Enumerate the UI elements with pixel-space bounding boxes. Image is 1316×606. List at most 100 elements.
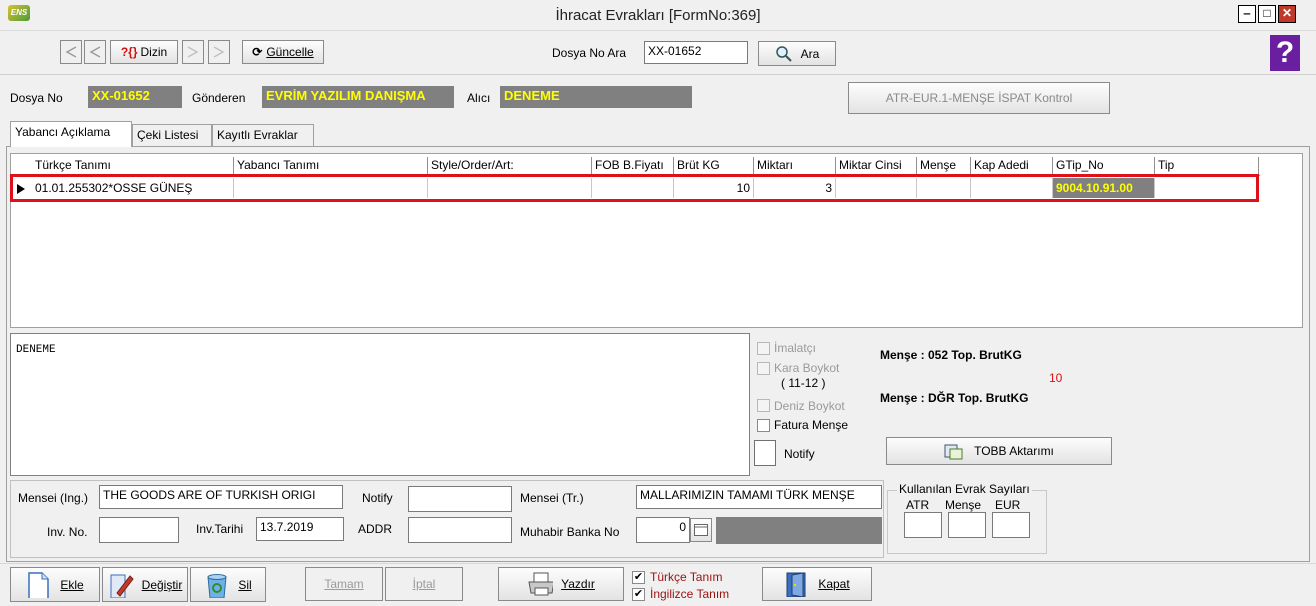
- dosya-no-field: XX-01652: [88, 86, 182, 108]
- ara-button[interactable]: Ara: [758, 41, 836, 66]
- title-bar: ENS İhracat Evrakları [FormNo:369] ‒ □ ✕: [0, 0, 1316, 31]
- col-style-order[interactable]: Style/Order/Art:: [428, 157, 592, 175]
- last-record-button[interactable]: [208, 40, 230, 64]
- recycle-bin-icon: [207, 573, 227, 598]
- yazdir-button[interactable]: Yazdır: [498, 567, 624, 601]
- mensei-ing-label: Mensei (Ing.): [18, 491, 89, 505]
- dizin-button[interactable]: ?{} Dizin: [110, 40, 178, 64]
- muhabir-input[interactable]: 0: [636, 517, 690, 543]
- notify-toggle[interactable]: [754, 440, 776, 466]
- exit-door-icon: [786, 572, 806, 597]
- notify-input[interactable]: [408, 486, 512, 512]
- mense-line-1: Menşe : 052 Top. BrutKG: [880, 348, 1022, 362]
- guncelle-label: Güncelle: [266, 45, 314, 59]
- kara-boykot-sub: ( 11-12 ): [781, 376, 826, 390]
- gonderen-field: EVRİM YAZILIM DANIŞMA: [262, 86, 454, 108]
- evrak-sayilari-title: Kullanılan Evrak Sayıları: [897, 482, 1032, 496]
- mensei-tr-input[interactable]: MALLARIMIZIN TAMAMI TÜRK MENŞE: [636, 485, 882, 509]
- toolbar-divider: [0, 74, 1316, 75]
- eur-count-input[interactable]: [992, 512, 1030, 538]
- col-mense[interactable]: Menşe: [917, 157, 971, 175]
- degistir-label: Değiştir: [141, 577, 183, 592]
- turkce-tanim-label: Türkçe Tanım: [650, 570, 723, 584]
- kapat-label: Kapat: [818, 577, 850, 591]
- addr-input[interactable]: [408, 517, 512, 543]
- dizin-icon: ?{}: [120, 45, 138, 59]
- previous-record-button[interactable]: [84, 40, 106, 64]
- iptal-label: İptal: [412, 577, 436, 591]
- mensei-ing-input[interactable]: THE GOODS ARE OF TURKISH ORIGI: [99, 485, 343, 509]
- chevron-left-icon: [89, 46, 101, 58]
- guncelle-button[interactable]: ⟳ Güncelle: [242, 40, 324, 64]
- edit-pen-icon: [110, 574, 134, 598]
- tab-kayitli-evraklar[interactable]: Kayıtlı Evraklar: [212, 124, 314, 146]
- atr-kontrol-button[interactable]: ATR-EUR.1-MENŞE İSPAT Kontrol: [848, 82, 1110, 114]
- fatura-mense-checkbox[interactable]: [757, 419, 770, 432]
- maximize-button[interactable]: □: [1258, 5, 1276, 23]
- tobb-aktarimi-button[interactable]: TOBB Aktarımı: [886, 437, 1112, 465]
- muhabir-label: Muhabir Banka No: [520, 525, 620, 539]
- sil-button[interactable]: Sil: [190, 567, 266, 602]
- notify-label: Notify: [362, 491, 393, 505]
- kapat-button[interactable]: Kapat: [762, 567, 872, 601]
- first-record-button[interactable]: [60, 40, 82, 64]
- mense-count-input[interactable]: [948, 512, 986, 538]
- turkce-tanim-checkbox[interactable]: ✔: [632, 571, 645, 584]
- inv-no-label: Inv. No.: [47, 525, 88, 539]
- evrak-mense-label: Menşe: [945, 498, 982, 512]
- col-gtip-no[interactable]: GTip_No: [1053, 157, 1155, 175]
- window-title: İhracat Evrakları [FormNo:369]: [555, 7, 761, 24]
- degistir-button[interactable]: Değiştir: [102, 567, 188, 602]
- col-turkce-tanimi[interactable]: Türkçe Tanımı: [32, 157, 234, 175]
- kara-boykot-label: Kara Boykot: [774, 361, 840, 375]
- calendar-icon[interactable]: [690, 518, 712, 542]
- sil-label: Sil: [238, 577, 252, 592]
- tamam-label: Tamam: [324, 577, 364, 591]
- next-record-button[interactable]: [182, 40, 204, 64]
- addr-label: ADDR: [358, 522, 393, 536]
- description-textarea[interactable]: DENEME: [10, 333, 750, 476]
- kara-boykot-checkbox[interactable]: [757, 362, 770, 375]
- help-icon[interactable]: ?: [1270, 35, 1300, 71]
- col-fob[interactable]: FOB B.Fiyatı: [592, 157, 674, 175]
- ekle-label: Ekle: [60, 577, 84, 592]
- deniz-boykot-label: Deniz Boykot: [774, 399, 845, 413]
- col-kap-adedi[interactable]: Kap Adedi: [971, 157, 1053, 175]
- refresh-icon: ⟳: [252, 45, 263, 59]
- highlighted-row-outline: [10, 174, 1259, 202]
- col-brut-kg[interactable]: Brüt KG: [674, 157, 754, 175]
- dosya-no-ara-input[interactable]: XX-01652: [644, 41, 748, 64]
- chevron-right-icon: [187, 46, 199, 58]
- dizin-label: Dizin: [140, 45, 168, 59]
- yazdir-label: Yazdır: [561, 577, 595, 591]
- ekle-button[interactable]: Ekle: [10, 567, 100, 602]
- dosya-no-ara-label: Dosya No Ara: [552, 46, 627, 60]
- inv-tarihi-input[interactable]: 13.7.2019: [256, 517, 344, 541]
- chevron-right-icon: [213, 46, 225, 58]
- col-miktar-cinsi[interactable]: Miktar Cinsi: [836, 157, 917, 175]
- imalatci-checkbox[interactable]: [757, 342, 770, 355]
- notify-check-label: Notify: [784, 447, 815, 461]
- transfer-icon: [944, 444, 963, 460]
- alici-field: DENEME: [500, 86, 692, 108]
- tab-ceki-listesi[interactable]: Çeki Listesi: [132, 124, 212, 146]
- deniz-boykot-checkbox[interactable]: [757, 399, 770, 412]
- printer-icon: [528, 572, 554, 596]
- atr-count-input[interactable]: [904, 512, 942, 538]
- mense-value-1: 10: [1049, 371, 1063, 385]
- ingilizce-tanim-label: İngilizce Tanım: [650, 587, 730, 601]
- gonderen-label: Gönderen: [192, 91, 246, 105]
- close-button[interactable]: ✕: [1278, 5, 1296, 23]
- iptal-button[interactable]: İptal: [385, 567, 463, 601]
- imalatci-label: İmalatçı: [774, 341, 817, 355]
- col-tip[interactable]: Tip: [1155, 157, 1259, 175]
- minimize-button[interactable]: ‒: [1238, 5, 1256, 23]
- col-miktari[interactable]: Miktarı: [754, 157, 836, 175]
- muhabir-banka-name-field: [716, 517, 882, 544]
- inv-no-input[interactable]: [99, 517, 179, 543]
- tab-yabanci-aciklama[interactable]: Yabancı Açıklama: [10, 121, 132, 147]
- col-yabanci-tanimi[interactable]: Yabancı Tanımı: [234, 157, 428, 175]
- tamam-button[interactable]: Tamam: [305, 567, 383, 601]
- magnifier-icon: [775, 45, 792, 62]
- ingilizce-tanim-checkbox[interactable]: ✔: [632, 588, 645, 601]
